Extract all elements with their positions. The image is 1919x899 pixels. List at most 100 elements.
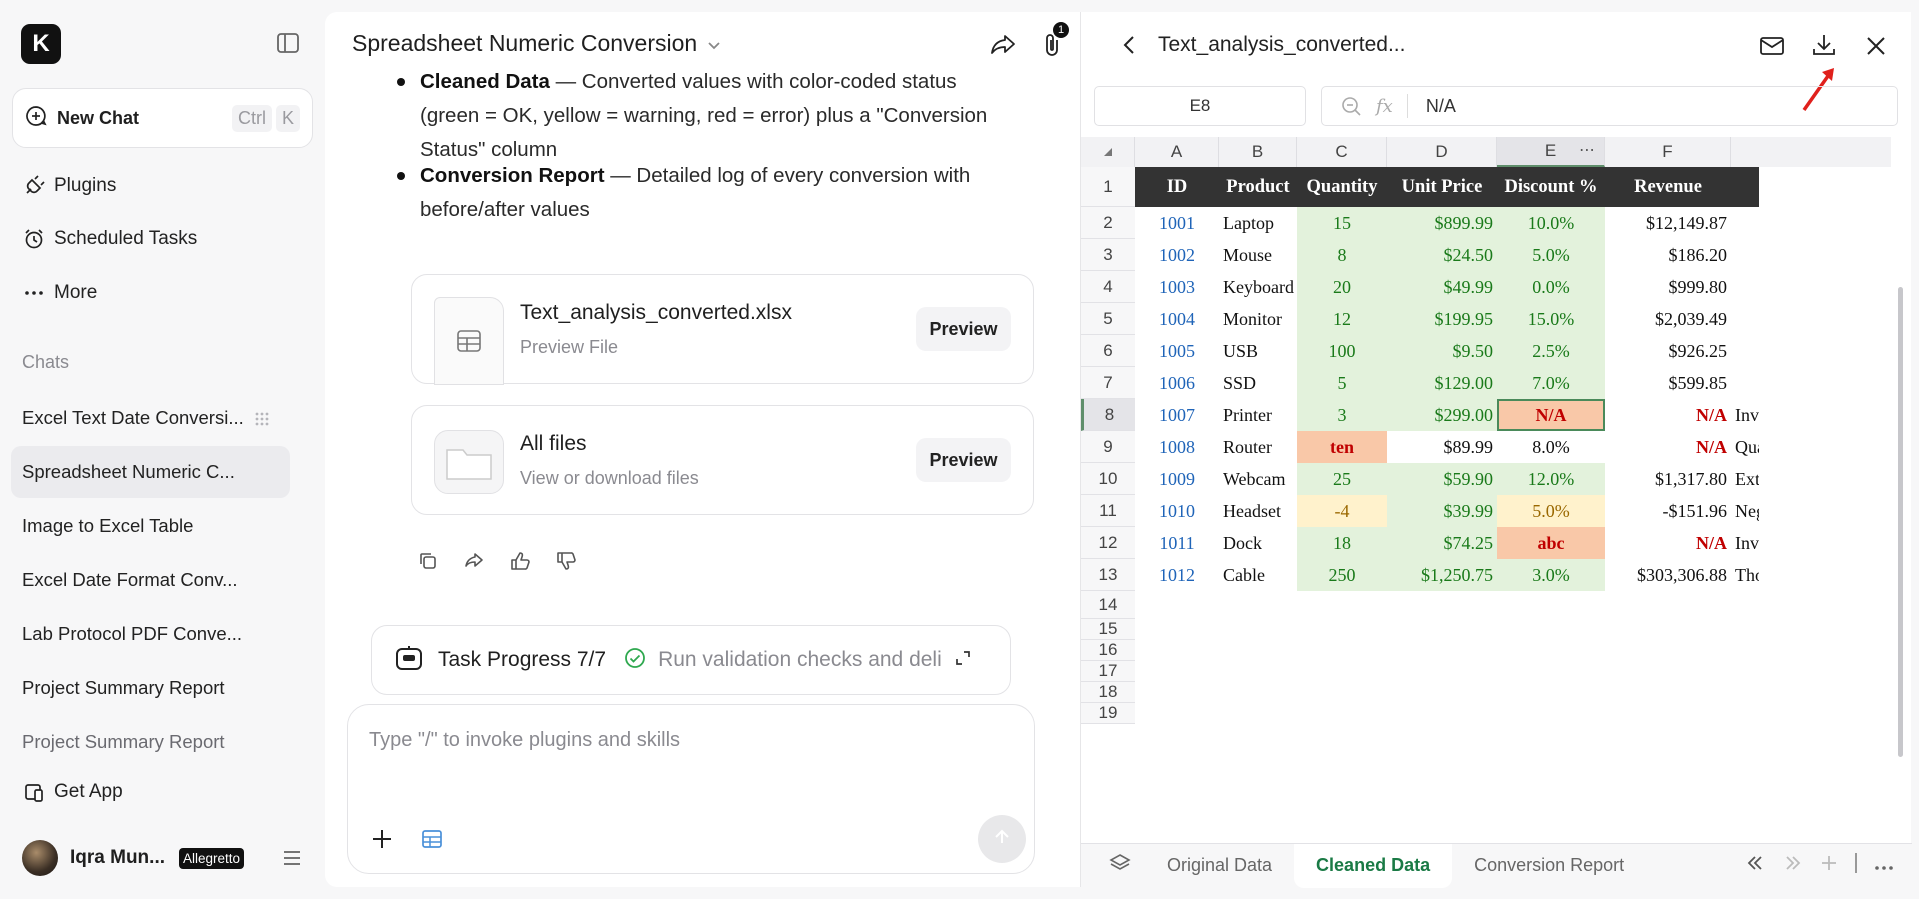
cell-unit-price[interactable]: $199.95 — [1387, 303, 1497, 335]
cell-discount[interactable]: 3.0% — [1497, 559, 1605, 591]
user-profile[interactable]: Iqra Mun... Allegretto — [22, 838, 302, 878]
preview-button[interactable]: Preview — [916, 307, 1011, 351]
cell-status-overflow[interactable]: Qua — [1731, 431, 1759, 463]
zoom-out-icon[interactable] — [1340, 95, 1362, 117]
cell-id[interactable]: 1010 — [1135, 495, 1219, 527]
sidebar-toggle-icon[interactable] — [275, 30, 301, 56]
column-header-B[interactable]: B — [1219, 137, 1297, 167]
cell-product[interactable]: Cable — [1219, 559, 1297, 591]
file-card-xlsx[interactable]: Text_analysis_converted.xlsx Preview Fil… — [411, 274, 1034, 385]
layers-icon[interactable] — [1081, 852, 1145, 879]
row-header[interactable]: 7 — [1081, 367, 1135, 399]
cell-product[interactable]: Webcam — [1219, 463, 1297, 495]
expand-icon[interactable] — [954, 649, 972, 672]
sidebar-item-more[interactable]: More — [22, 277, 97, 309]
get-app-button[interactable]: Get App — [22, 776, 123, 808]
cell-product[interactable]: Router — [1219, 431, 1297, 463]
cell-quantity[interactable]: ten — [1297, 431, 1387, 463]
cell-discount[interactable]: 5.0% — [1497, 239, 1605, 271]
cell-id[interactable]: 1011 — [1135, 527, 1219, 559]
row-header[interactable]: 15 — [1081, 619, 1135, 640]
cell-revenue[interactable]: -$151.96 — [1605, 495, 1731, 527]
header-cell[interactable]: Revenue — [1605, 167, 1731, 207]
chat-item-active[interactable]: Spreadsheet Numeric C... — [11, 446, 290, 498]
menu-icon[interactable] — [282, 850, 302, 866]
avatar[interactable] — [22, 840, 58, 876]
mail-icon[interactable] — [1758, 32, 1786, 60]
spreadsheet-grid[interactable]: A B C D E ⋯ F 1 2 3 4 5 6 7 8 9 10 11 12 13 14 15 16 17 18 19 ID Pr… — [1081, 137, 1912, 851]
cell-product[interactable]: Mouse — [1219, 239, 1297, 271]
vertical-scrollbar[interactable] — [1898, 287, 1903, 757]
cell-unit-price[interactable]: $74.25 — [1387, 527, 1497, 559]
row-header[interactable]: 2 — [1081, 207, 1135, 239]
cell-id[interactable]: 1008 — [1135, 431, 1219, 463]
row-header[interactable]: 18 — [1081, 682, 1135, 703]
cell-id[interactable]: 1004 — [1135, 303, 1219, 335]
cell-discount[interactable]: 5.0% — [1497, 495, 1605, 527]
cell-unit-price[interactable]: $49.99 — [1387, 271, 1497, 303]
copy-icon[interactable] — [417, 550, 441, 574]
chat-item[interactable]: Excel Text Date Conversi... — [11, 392, 290, 444]
cell-unit-price[interactable]: $129.00 — [1387, 367, 1497, 399]
cell-revenue[interactable]: $12,149.87 — [1605, 207, 1731, 239]
header-cell[interactable]: Unit Price — [1387, 167, 1497, 207]
column-header-A[interactable]: A — [1135, 137, 1219, 167]
cell-product[interactable]: USB — [1219, 335, 1297, 367]
row-header[interactable]: 14 — [1081, 591, 1135, 619]
cell-status-overflow[interactable]: Inva — [1731, 399, 1759, 431]
row-header[interactable]: 17 — [1081, 661, 1135, 682]
cell-quantity[interactable]: 100 — [1297, 335, 1387, 367]
cell-discount[interactable]: 12.0% — [1497, 463, 1605, 495]
sidebar-item-scheduled-tasks[interactable]: Scheduled Tasks — [22, 223, 197, 255]
cell-id[interactable]: 1012 — [1135, 559, 1219, 591]
tab-cleaned-data[interactable]: Cleaned Data — [1294, 843, 1453, 888]
header-cell[interactable]: Quantity — [1297, 167, 1387, 207]
cell-revenue[interactable]: N/A — [1605, 527, 1731, 559]
close-icon[interactable] — [1862, 32, 1890, 60]
cell-discount[interactable]: 2.5% — [1497, 335, 1605, 367]
row-header[interactable]: 8 — [1081, 399, 1135, 431]
cell-unit-price[interactable]: $59.90 — [1387, 463, 1497, 495]
cell-product[interactable]: Monitor — [1219, 303, 1297, 335]
chat-item[interactable]: Image to Excel Table — [11, 500, 290, 552]
drag-grip-icon[interactable] — [254, 410, 270, 426]
chat-item[interactable]: Project Summary Report — [11, 662, 290, 714]
chat-item[interactable]: Lab Protocol PDF Conve... — [11, 608, 290, 660]
share-icon[interactable] — [988, 30, 1018, 60]
more-options-icon[interactable] — [1874, 854, 1894, 877]
column-header-E[interactable]: E ⋯ — [1497, 137, 1605, 167]
row-header[interactable]: 5 — [1081, 303, 1135, 335]
row-header[interactable]: 13 — [1081, 559, 1135, 591]
tab-conversion-report[interactable]: Conversion Report — [1452, 844, 1646, 888]
column-header-F[interactable]: F — [1605, 137, 1731, 167]
tab-original-data[interactable]: Original Data — [1145, 844, 1294, 888]
row-header[interactable]: 19 — [1081, 703, 1135, 724]
cell-revenue[interactable]: $926.25 — [1605, 335, 1731, 367]
conversation-title[interactable]: Spreadsheet Numeric Conversion — [352, 30, 721, 57]
cell-status-overflow[interactable]: Inva — [1731, 527, 1759, 559]
last-sheet-icon[interactable] — [1782, 854, 1804, 878]
header-cell[interactable]: ID — [1135, 167, 1219, 207]
app-logo[interactable]: K — [21, 24, 61, 64]
cell-unit-price[interactable]: $299.00 — [1387, 399, 1497, 431]
row-header[interactable]: 9 — [1081, 431, 1135, 463]
cell-revenue[interactable]: N/A — [1605, 399, 1731, 431]
cell-discount[interactable]: abc — [1497, 527, 1605, 559]
cell-unit-price[interactable]: $9.50 — [1387, 335, 1497, 367]
row-header[interactable]: 10 — [1081, 463, 1135, 495]
cell-id[interactable]: 1007 — [1135, 399, 1219, 431]
new-chat-button[interactable]: New Chat Ctrl K — [12, 88, 313, 148]
cell-unit-price[interactable]: $24.50 — [1387, 239, 1497, 271]
download-icon[interactable] — [1810, 31, 1838, 59]
row-header[interactable]: 3 — [1081, 239, 1135, 271]
cell-status-overflow[interactable]: Extr — [1731, 463, 1759, 495]
task-progress-bar[interactable]: Task Progress 7/7 Run validation checks … — [371, 625, 1011, 695]
cell-discount[interactable]: 10.0% — [1497, 207, 1605, 239]
cell-product[interactable]: Printer — [1219, 399, 1297, 431]
back-arrow-icon[interactable] — [1117, 32, 1143, 58]
preview-button[interactable]: Preview — [916, 438, 1011, 482]
cell-id[interactable]: 1009 — [1135, 463, 1219, 495]
cell-revenue[interactable]: $599.85 — [1605, 367, 1731, 399]
cell-quantity[interactable]: 3 — [1297, 399, 1387, 431]
first-sheet-icon[interactable] — [1744, 854, 1766, 878]
